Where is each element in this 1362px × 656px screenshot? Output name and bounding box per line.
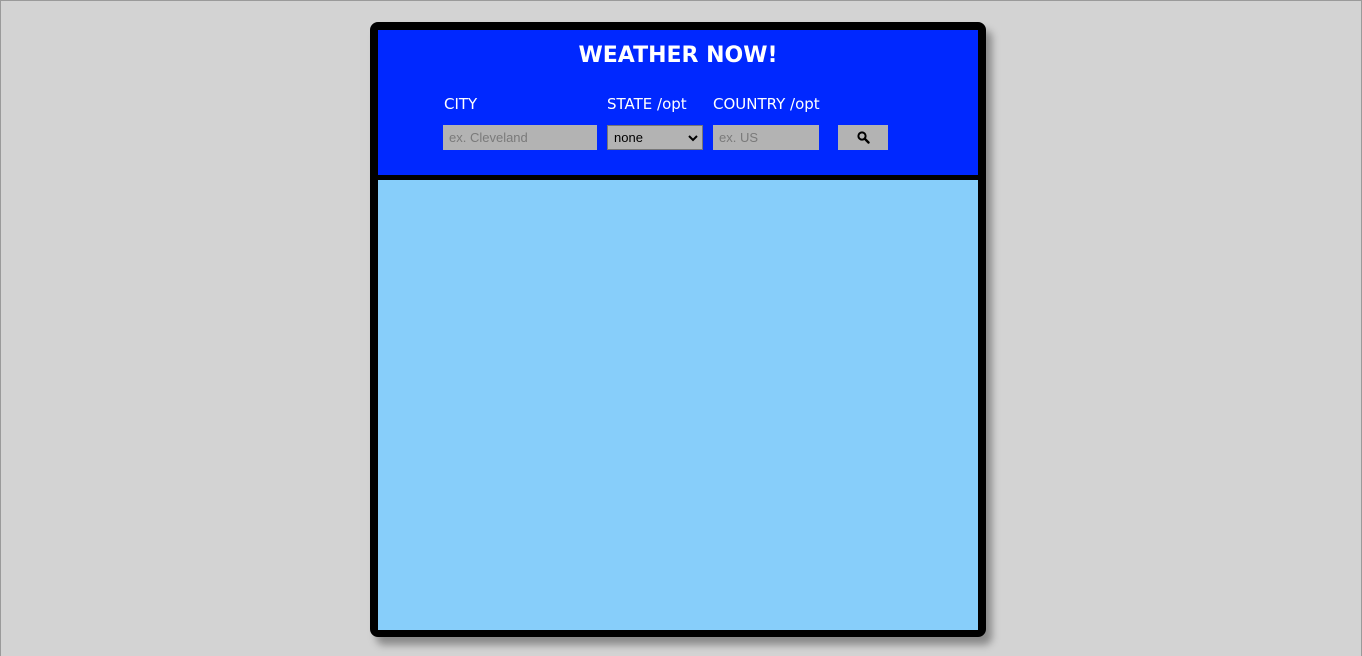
city-label: CITY: [444, 95, 478, 113]
state-select-value: none: [614, 130, 643, 145]
app-title: WEATHER NOW!: [578, 43, 778, 68]
city-input[interactable]: [443, 125, 597, 150]
weather-results-panel: [378, 180, 978, 630]
country-input[interactable]: [713, 125, 819, 150]
state-label: STATE /opt: [607, 95, 687, 113]
search-button[interactable]: [838, 125, 888, 150]
state-select[interactable]: none: [607, 125, 703, 150]
search-icon: [856, 131, 870, 144]
chevron-down-icon: [688, 134, 698, 141]
weather-app-card: WEATHER NOW! CITY STATE /opt COUNTRY /op…: [370, 22, 986, 637]
app-header: WEATHER NOW! CITY STATE /opt COUNTRY /op…: [378, 30, 978, 175]
country-label: COUNTRY /opt: [713, 95, 820, 113]
